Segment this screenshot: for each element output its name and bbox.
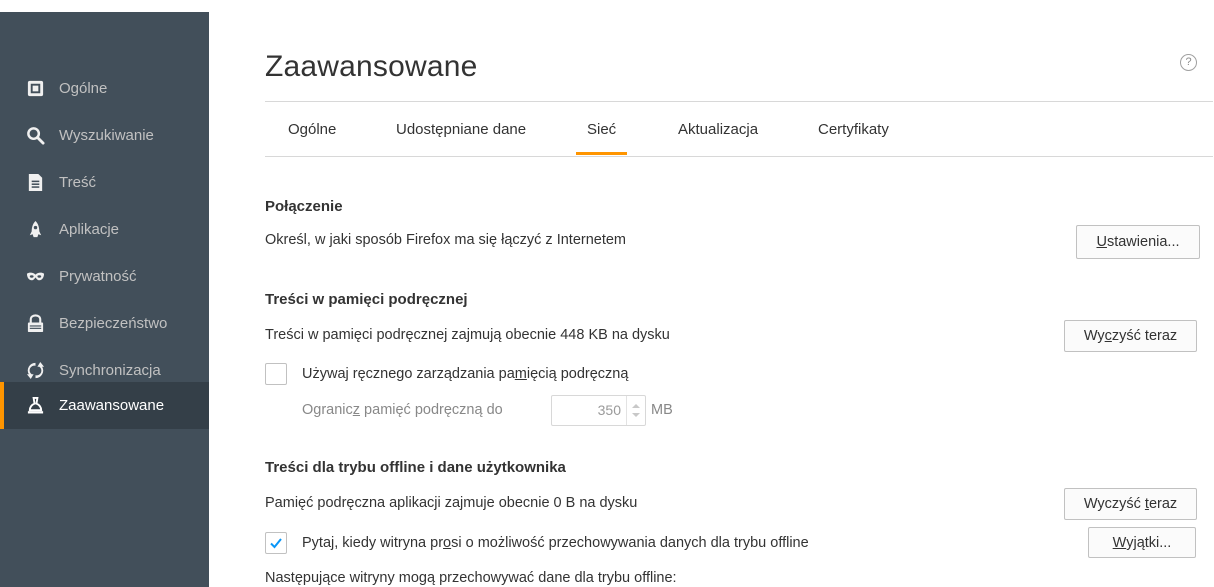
label-part: ięcią podręczną [526,366,629,382]
connection-title: Połączenie [265,198,343,215]
sidebar-item-label: Zaawansowane [59,397,165,414]
checkmark-icon [270,538,282,549]
offline-description: Pamięć podręczna aplikacji zajmuje obecn… [265,495,638,511]
label-part: pamięć podręczną do [360,402,503,418]
sidebar-item-label: Bezpieczeństwo [59,315,168,332]
accesskey: U [1096,234,1107,250]
button-label: stawienia... [1106,234,1180,250]
sidebar-item-label: Ogólne [59,80,108,97]
connection-description: Określ, w jaki sposób Firefox ma się łąc… [265,232,627,248]
label-part: si o możliwość przechowywania danych dla… [451,535,809,551]
preferences-window: Ogólne Wyszukiwanie Treść Aplikacje Pryw… [0,0,1214,587]
connection-settings-button[interactable]: Ustawienia... [1076,225,1200,259]
sidebar-item-label: Treść [59,174,96,191]
offline-sites-label: Następujące witryny mogą przechowywać da… [265,570,677,586]
ask-offline-checkbox[interactable] [265,532,287,554]
page-title: Zaawansowane [265,50,478,83]
sidebar-item-content[interactable]: Treść [0,159,209,206]
accesskey: o [443,535,452,551]
content-icon [25,173,45,193]
privacy-mask-icon [25,267,45,287]
sidebar-item-applications[interactable]: Aplikacje [0,206,209,253]
tab-update[interactable]: Aktualizacja [667,102,769,155]
sidebar-item-general[interactable]: Ogólne [0,65,209,112]
sidebar-item-label: Wyszukiwanie [59,127,154,144]
sync-icon [25,361,45,381]
tab-certificates[interactable]: Certyfikaty [807,102,900,155]
advanced-wizard-icon [25,396,45,416]
button-label: Wy [1083,328,1105,344]
cache-limit-label: Ogranicz pamięć podręczną do [302,402,503,418]
spin-down-icon[interactable] [632,413,640,417]
search-icon [25,126,45,146]
accesskey: m [514,366,527,382]
general-icon [25,79,45,99]
manual-cache-label[interactable]: Używaj ręcznego zarządzania pamięcią pod… [302,366,628,382]
label-part: Ogranic [302,402,353,418]
help-icon[interactable]: ? [1180,54,1197,71]
clear-offline-button[interactable]: Wyczyść teraz [1064,488,1197,520]
sidebar-item-security[interactable]: Bezpieczeństwo [0,300,209,347]
tab-general[interactable]: Ogólne [277,102,347,155]
exceptions-button[interactable]: Wyjątki... [1088,527,1196,558]
button-label: yjątki... [1126,534,1172,551]
offline-title: Treści dla trybu offline i dane użytkown… [265,459,566,476]
sidebar: Ogólne Wyszukiwanie Treść Aplikacje Pryw… [0,12,209,587]
accesskey: W [1112,534,1127,551]
label-part: Pytaj, kiedy witryna pr [302,535,444,551]
security-lock-icon [25,314,45,334]
sidebar-item-advanced[interactable]: Zaawansowane [0,382,209,429]
manual-cache-checkbox[interactable] [265,363,287,385]
sidebar-item-label: Prywatność [59,268,137,285]
tab-data-choices[interactable]: Udostępniane dane [385,102,537,155]
sidebar-item-label: Synchronizacja [59,362,161,379]
applications-icon [25,220,45,240]
ask-offline-label[interactable]: Pytaj, kiedy witryna prosi o możliwość p… [302,535,809,551]
cache-limit-spinner[interactable]: 350 [551,395,646,426]
accesskey: c [1104,328,1112,344]
tab-bar: Ogólne Udostępniane dane Sieć Aktualizac… [265,101,1213,157]
tab-network[interactable]: Sieć [576,102,628,155]
sidebar-item-privacy[interactable]: Prywatność [0,253,209,300]
cache-description: Treści w pamięci podręcznej zajmują obec… [265,327,670,343]
button-label: eraz [1148,496,1178,512]
spin-up-icon[interactable] [632,404,640,408]
cache-limit-value: 350 [597,402,621,418]
cache-title: Treści w pamięci podręcznej [265,291,468,308]
cache-limit-unit: MB [651,402,673,418]
spinner-arrows[interactable] [626,396,645,425]
button-label: zyść teraz [1111,328,1178,344]
button-label: Wyczyść [1083,496,1145,512]
sidebar-item-search[interactable]: Wyszukiwanie [0,112,209,159]
accesskey: z [352,402,361,418]
label-part: Używaj ręcznego zarządzania pa [302,366,515,382]
clear-cache-button[interactable]: Wyczyść teraz [1064,320,1197,352]
sidebar-item-label: Aplikacje [59,221,120,238]
